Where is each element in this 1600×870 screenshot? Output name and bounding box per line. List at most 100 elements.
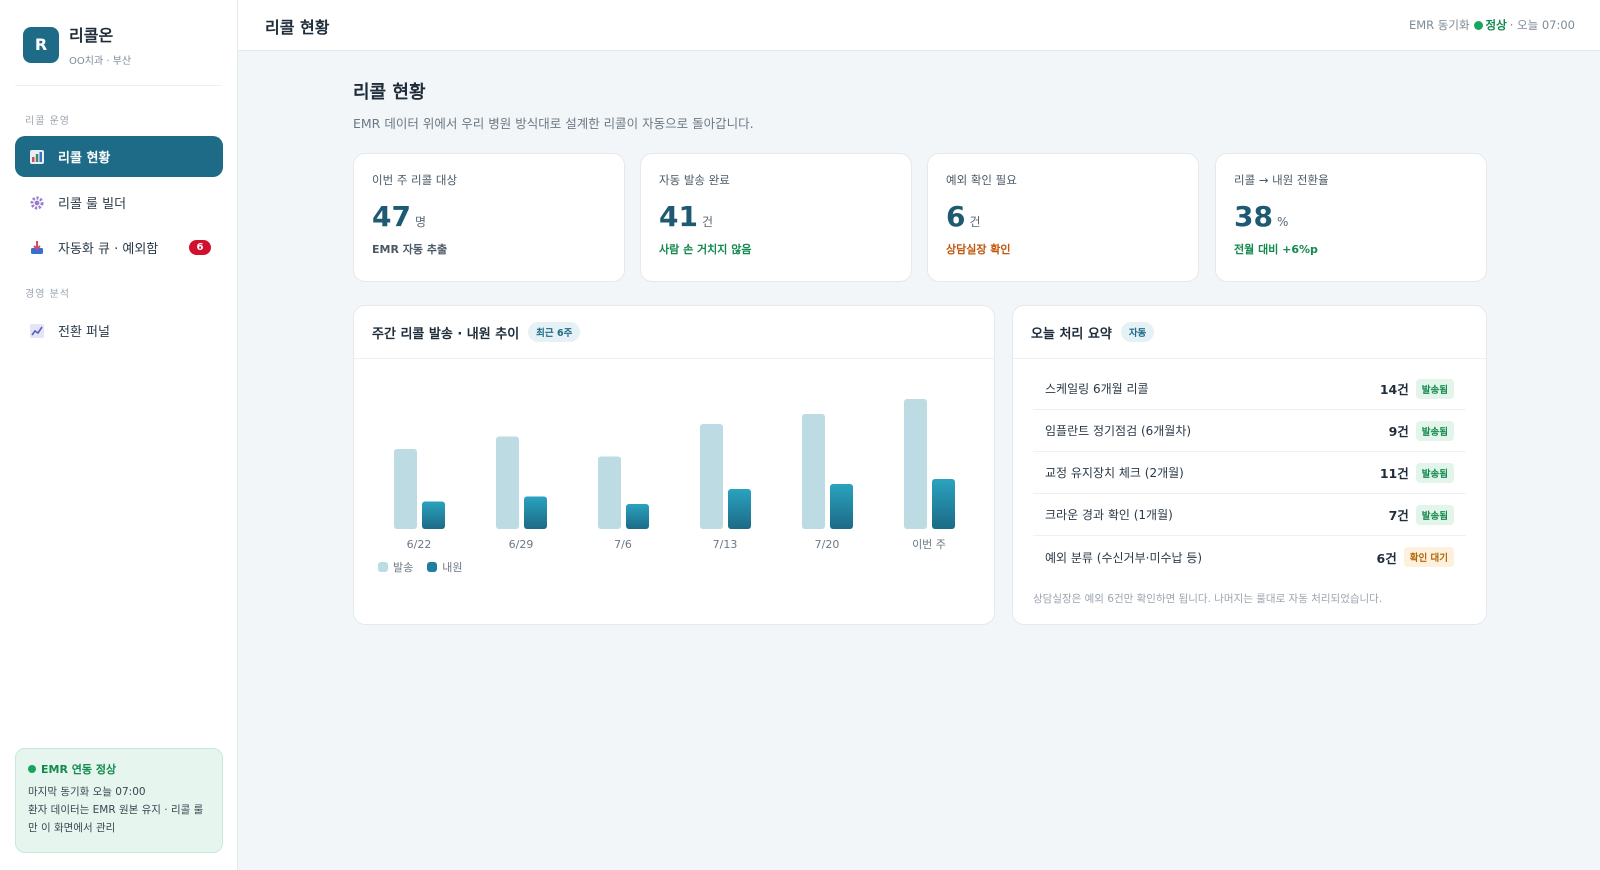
chart-title: 주간 리콜 발송 · 내원 추이 [372, 326, 520, 342]
bar-visited[interactable] [830, 484, 853, 529]
legend-item-sent: 발송 [378, 559, 413, 575]
summary-row-count: 6건 [1376, 550, 1397, 566]
kpi-label: 이번 주 리콜 대상 [372, 173, 458, 187]
sidebar: R 리콜온 OO치과 · 부산 리콜 운영 리콜 현황 리콜 룰 빌더 자동화 … [0, 0, 238, 870]
kpi-label: 자동 발송 완료 [659, 173, 730, 187]
emr-status-card: EMR 연동 정상 마지막 동기화 오늘 07:00 환자 데이터는 EMR 원… [15, 748, 223, 853]
today-summary-panel: 오늘 처리 요약 자동 스케일링 6개월 리콜 14건 발송됨 임플란트 정기점검 (… [1012, 305, 1487, 625]
emr-status-details: 마지막 동기화 오늘 07:00 환자 데이터는 EMR 원본 유지 · 리콜 … [28, 783, 210, 837]
brand-name: 리콜온 [69, 26, 114, 45]
kpi-unit: % [1276, 215, 1289, 229]
sync-time: · 오늘 07:00 [1509, 18, 1575, 32]
summary-row[interactable]: 크라운 경과 확인 (1개월) 7건 발송됨 [1033, 494, 1466, 536]
kpi-unit: 건 [701, 215, 714, 229]
bar-visited[interactable] [932, 479, 955, 529]
summary-row[interactable]: 임플란트 정기점검 (6개월차) 9건 발송됨 [1033, 410, 1466, 452]
last-sync-text: 마지막 동기화 오늘 07:00 [28, 786, 146, 798]
sidebar-item-rule-builder[interactable]: 리콜 룰 빌더 [15, 182, 223, 223]
kpi-card-conversion-rate[interactable]: 리콜 → 내원 전환율 38% 전월 대비 +6%p [1215, 153, 1487, 282]
kpi-footnote: 상담실장 확인 [946, 243, 1011, 256]
inbox-icon [29, 240, 45, 256]
sidebar-divider [15, 85, 222, 86]
brand-logo: R [23, 26, 59, 63]
status-tag: 확인 대기 [1403, 547, 1454, 567]
sync-status: EMR 동기화 정상 · 오늘 07:00 [1409, 17, 1575, 33]
x-tick-label: 7/20 [815, 538, 840, 551]
sidebar-item-label: 전환 퍼널 [58, 325, 110, 340]
nav-section-recall: 리콜 운영 [25, 116, 70, 127]
summary-row-count: 11건 [1379, 466, 1409, 481]
kpi-value: 6 [946, 200, 966, 233]
summary-row-count: 14건 [1379, 382, 1409, 397]
summary-title: 오늘 처리 요약 [1031, 326, 1112, 342]
topbar-title: 리콜 현황 [265, 18, 330, 37]
kpi-card-exceptions[interactable]: 예외 확인 필요 6건 상담실장 확인 [927, 153, 1199, 282]
kpi-value: 41 [659, 200, 698, 233]
bar-sent[interactable] [394, 449, 417, 529]
period-pill[interactable]: 최근 6주 [528, 322, 581, 342]
kpi-value: 38 [1234, 200, 1273, 233]
bar-visited[interactable] [524, 496, 547, 530]
status-dot-icon [28, 765, 36, 773]
kpi-card-recall-targets[interactable]: 이번 주 리콜 대상 47 명 EMR 자동 추출 [353, 153, 625, 282]
legend-swatch [427, 562, 438, 572]
emr-status-title: EMR 연동 정상 [28, 761, 210, 777]
line-chart-icon [29, 323, 45, 339]
x-tick-label: 7/13 [713, 538, 738, 551]
data-policy-text: 환자 데이터는 EMR 원본 유지 · 리콜 룰만 이 화면에서 관리 [28, 804, 204, 834]
kpi-footnote: 전월 대비 +6%p [1234, 243, 1318, 256]
auto-pill: 자동 [1120, 322, 1155, 342]
page-title: 리콜 현황 [353, 82, 426, 103]
page-subtitle: EMR 데이터 위에서 우리 병원 방식대로 설계한 리콜이 자동으로 돌아갑니… [353, 116, 754, 131]
kpi-unit: 건 [969, 215, 981, 229]
sidebar-item-conversion-funnel[interactable]: 전환 퍼널 [15, 310, 223, 351]
gear-icon [29, 195, 45, 211]
weekly-trend-panel: 주간 리콜 발송 · 내원 추이 최근 6주 6/22 6/29 7/6 7/13 7/… [353, 305, 995, 625]
x-tick-label: 이번 주 [912, 538, 946, 551]
legend-item-visited: 내원 [427, 559, 463, 575]
bar-sent[interactable] [598, 456, 621, 530]
sidebar-item-automation-queue[interactable]: 자동화 큐 · 예외함 6 [15, 227, 223, 268]
bar-sent[interactable] [496, 436, 519, 530]
bar-visited[interactable] [422, 501, 445, 530]
summary-row[interactable]: 스케일링 6개월 리콜 14건 발송됨 [1033, 368, 1466, 410]
legend-swatch [378, 562, 388, 572]
kpi-label: 예외 확인 필요 [946, 173, 1017, 187]
bar-sent[interactable] [700, 424, 723, 529]
status-tag: 발송됨 [1415, 462, 1454, 483]
sidebar-item-recall-status[interactable]: 리콜 현황 [15, 136, 223, 177]
summary-row-label: 교정 유지장치 체크 (2개월) [1045, 466, 1184, 480]
bar-sent[interactable] [904, 399, 927, 529]
kpi-value: 47 [372, 200, 411, 233]
kpi-label: 리콜 → 내원 전환율 [1234, 173, 1329, 187]
sidebar-item-label: 리콜 룰 빌더 [58, 197, 127, 212]
summary-row-count: 7건 [1388, 508, 1409, 523]
sync-ok-dot-icon [1473, 20, 1483, 30]
sync-label: EMR 동기화 [1408, 18, 1470, 32]
brand[interactable]: R 리콜온 OO치과 · 부산 [23, 22, 131, 67]
nav-section-analysis: 경영 분석 [25, 289, 70, 300]
sidebar-item-label: 자동화 큐 · 예외함 [58, 242, 159, 257]
kpi-unit: 명 [414, 215, 427, 229]
x-tick-label: 7/6 [614, 538, 632, 551]
summary-row-label: 예외 분류 (수신거부·미수납 등) [1045, 550, 1203, 565]
bar-sent[interactable] [802, 414, 825, 529]
summary-row-label: 스케일링 6개월 리콜 [1045, 382, 1149, 396]
summary-row[interactable]: 교정 유지장치 체크 (2개월) 11건 발송됨 [1033, 452, 1466, 494]
x-tick-label: 6/29 [509, 538, 534, 551]
sync-state: 정상 [1485, 18, 1507, 32]
status-tag: 발송됨 [1415, 420, 1454, 441]
summary-row[interactable]: 예외 분류 (수신거부·미수납 등) 6건 확인 대기 [1033, 536, 1466, 578]
bar-visited[interactable] [728, 489, 751, 529]
weekly-bar-chart: 6/22 6/29 7/6 7/13 7/20 이번 주 [394, 399, 955, 551]
summary-note: 상담실장은 예외 6건만 확인하면 됩니다. 나머지는 룰대로 자동 처리되었습… [1033, 593, 1383, 605]
summary-row-label: 크라운 경과 확인 (1개월) [1045, 508, 1173, 522]
kpi-card-auto-sent[interactable]: 자동 발송 완료 41 건 사람 손 거치지 않음 [640, 153, 912, 282]
sidebar-item-label: 리콜 현황 [58, 151, 111, 166]
summary-row-label: 임플란트 정기점검 (6개월차) [1045, 424, 1192, 438]
bar-visited[interactable] [626, 504, 649, 529]
exception-count-badge: 6 [189, 240, 211, 255]
kpi-footnote: EMR 자동 추출 [372, 243, 448, 256]
clinic-name: OO치과 · 부산 [69, 56, 132, 67]
topbar: 리콜 현황 EMR 동기화 정상 · 오늘 07:00 [238, 0, 1600, 51]
